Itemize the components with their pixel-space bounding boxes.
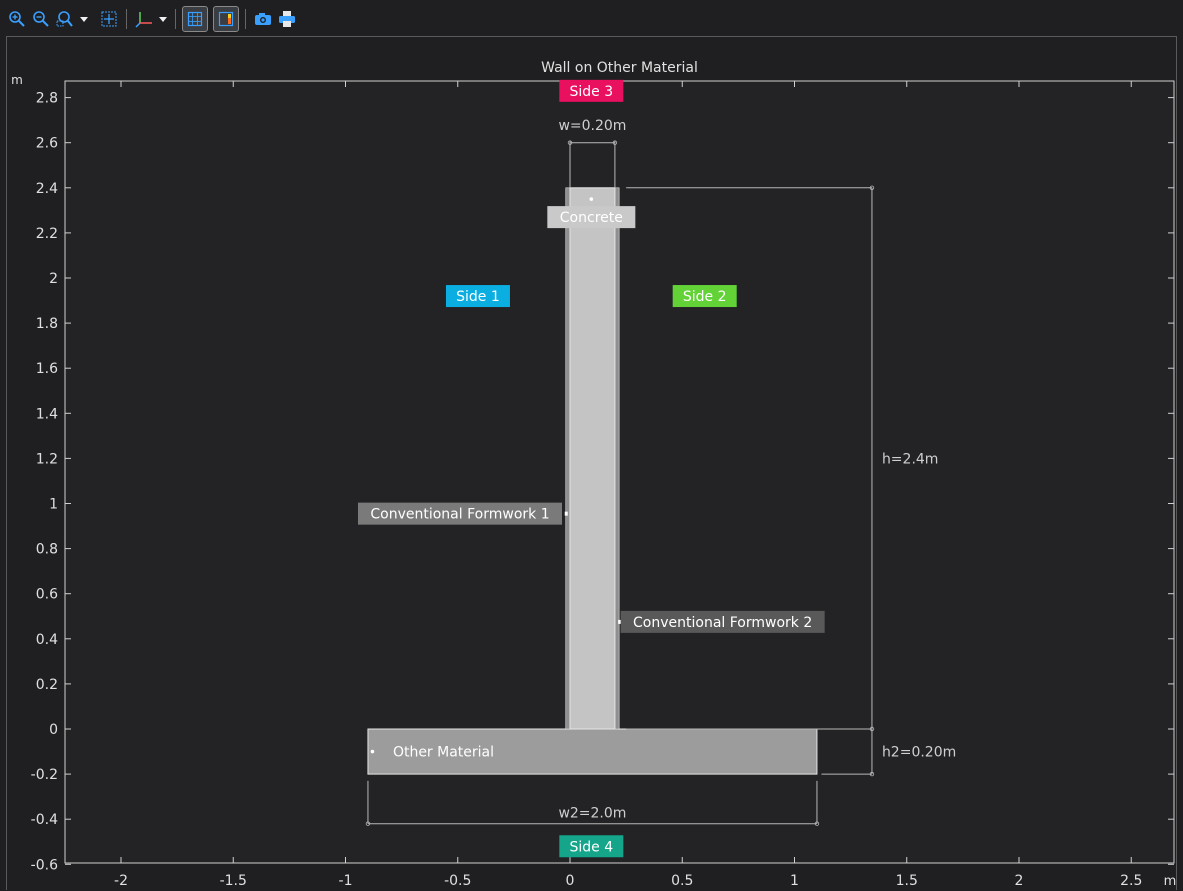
zoom-dropdown-icon[interactable] — [78, 6, 90, 32]
x-tick-label: 1 — [790, 873, 799, 889]
dimension-w2-label: w2=2.0m — [558, 806, 626, 822]
y-tick-label: -0.4 — [31, 812, 58, 828]
dimension-h2-label: h2=0.20m — [882, 745, 956, 761]
graphics-window[interactable]: Wall on Other Material m m -2 -1.5 -1 -0.5 0 0.5… — [6, 36, 1177, 890]
label-text: Side 3 — [570, 84, 614, 100]
label-text: Side 1 — [456, 289, 500, 305]
y-tick-label: 2.4 — [36, 181, 58, 197]
y-tick-label: 1.8 — [36, 316, 58, 332]
label-text: Side 2 — [683, 289, 727, 305]
x-tick-label: -2 — [114, 873, 128, 889]
zoom-in-icon[interactable] — [6, 6, 28, 32]
x-tick-label: -0.5 — [444, 873, 471, 889]
label-concrete[interactable]: Concrete — [547, 206, 636, 229]
y-tick-label: 2.6 — [36, 136, 58, 152]
label-text: Conventional Formwork 1 — [370, 507, 549, 523]
x-tick-label: 2 — [1015, 873, 1024, 889]
zoom-out-icon[interactable] — [30, 6, 52, 32]
x-tick-label: 0.5 — [671, 873, 693, 889]
x-tick-label: 1.5 — [896, 873, 918, 889]
y-tick-label: 0 — [49, 722, 58, 738]
label-side-2[interactable]: Side 2 — [672, 285, 737, 308]
axis-dropdown-icon[interactable] — [157, 6, 169, 32]
y-tick-label: -0.2 — [31, 767, 58, 783]
y-tick-label: 2.8 — [36, 91, 58, 107]
x-tick-label: 0 — [566, 873, 575, 889]
toolbar-separator — [245, 9, 246, 29]
dimension-h-label: h=2.4m — [882, 451, 939, 467]
label-other-material: Other Material — [393, 745, 494, 761]
plot-title: Wall on Other Material — [541, 60, 698, 76]
y-tick-label: 0.6 — [36, 587, 58, 603]
point-marker[interactable] — [589, 197, 594, 201]
point-marker[interactable] — [370, 749, 375, 754]
label-side-4[interactable]: Side 4 — [559, 835, 624, 858]
print-icon[interactable] — [276, 6, 298, 32]
x-tick-label: -1 — [339, 873, 353, 889]
show-grid-icon[interactable] — [182, 6, 208, 32]
x-unit-label: m — [1164, 874, 1177, 889]
formwork-2[interactable] — [614, 187, 620, 730]
x-tick-label: -1.5 — [220, 873, 247, 889]
y-tick-label: 0.2 — [36, 677, 58, 693]
camera-icon[interactable] — [252, 6, 274, 32]
label-side-1[interactable]: Side 1 — [445, 285, 510, 308]
show-legend-icon[interactable] — [213, 6, 239, 32]
label-text: Concrete — [560, 210, 623, 226]
y-tick-label: -0.6 — [31, 857, 58, 873]
label-conventional-formwork-2[interactable]: Conventional Formwork 2 — [620, 610, 825, 633]
y-tick-label: 2 — [49, 271, 58, 287]
label-side-3[interactable]: Side 3 — [559, 79, 624, 102]
formwork-1[interactable] — [565, 187, 571, 730]
y-tick-label: 1.2 — [36, 451, 58, 467]
label-text: Conventional Formwork 2 — [633, 615, 812, 631]
zoom-extents-icon[interactable] — [98, 6, 120, 32]
y-tick-label: 1.6 — [36, 361, 58, 377]
label-text: Side 4 — [570, 839, 614, 855]
toolbar-separator — [126, 9, 127, 29]
axis-orientation-icon[interactable] — [133, 6, 155, 32]
y-tick-label: 1.4 — [36, 406, 58, 422]
dimension-w-label: w=0.20m — [558, 118, 626, 134]
domain-concrete[interactable] — [569, 187, 616, 730]
y-tick-label: 1 — [49, 497, 58, 513]
plot-toolbar — [6, 4, 1177, 34]
y-unit-label: m — [11, 73, 23, 87]
zoom-box-icon[interactable] — [54, 6, 76, 32]
label-conventional-formwork-1[interactable]: Conventional Formwork 1 — [357, 502, 562, 525]
x-tick-label: 2.5 — [1120, 873, 1142, 889]
y-tick-label: 2.2 — [36, 226, 58, 242]
geometry-plot[interactable]: Wall on Other Material m m -2 -1.5 -1 -0.5 0 0.5… — [7, 37, 1178, 891]
toolbar-separator — [175, 9, 176, 29]
point-marker[interactable] — [564, 511, 568, 516]
y-tick-label: 0.8 — [36, 542, 58, 558]
y-tick-label: 0.4 — [36, 632, 58, 648]
